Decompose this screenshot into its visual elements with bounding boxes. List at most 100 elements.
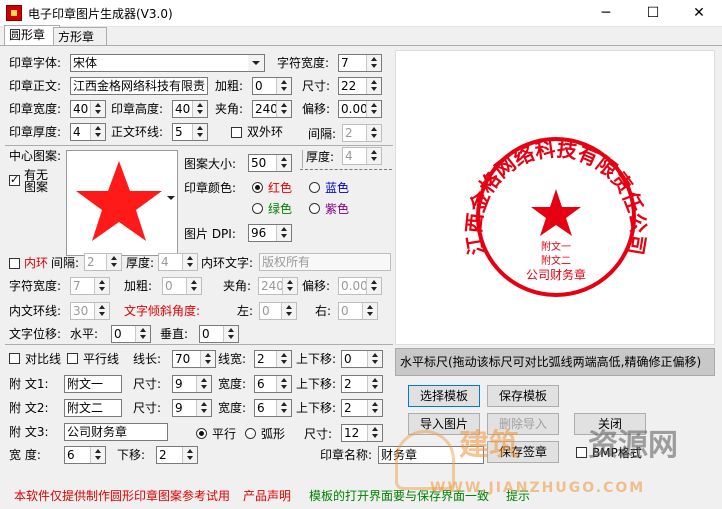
spin-arrows-icon[interactable] — [192, 101, 207, 117]
spin-arrows-icon[interactable] — [106, 254, 121, 270]
bold-spinner[interactable]: 0 — [252, 77, 292, 95]
spin-arrows-icon[interactable] — [90, 101, 105, 117]
shift-v-spinner[interactable]: 0 — [199, 325, 239, 343]
spin-arrows-icon[interactable] — [366, 148, 381, 164]
tilt-left-spinner[interactable]: 0 — [259, 302, 297, 320]
spin-arrows-icon[interactable] — [276, 376, 291, 392]
spin-arrows-icon[interactable] — [282, 278, 297, 294]
spin-arrows-icon[interactable] — [196, 376, 211, 392]
inner-text-input[interactable]: 版权所有 — [259, 253, 391, 271]
attached1-ud-spinner[interactable]: 2 — [341, 375, 383, 393]
minimize-button[interactable]: ─ — [583, 0, 629, 26]
line-length-spinner[interactable]: 70 — [172, 350, 216, 368]
double-ring-checkbox[interactable] — [231, 127, 242, 138]
inner-ring-checkbox[interactable] — [9, 258, 20, 269]
attached2-size-spinner[interactable]: 9 — [172, 399, 212, 417]
horizontal-ruler[interactable]: 水平标尺(拖动该标尺可对比弧线两端高低,精确修正偏移) — [395, 348, 715, 376]
spin-arrows-icon[interactable] — [276, 155, 291, 171]
save-template-button[interactable]: 保存模板 — [487, 385, 559, 407]
tab-square-seal[interactable]: 方形章 — [53, 27, 107, 46]
inner-angle-spinner[interactable]: 240 — [258, 277, 298, 295]
spin-arrows-icon[interactable] — [276, 351, 291, 367]
angle-spinner[interactable]: 240 — [252, 100, 292, 118]
spin-arrows-icon[interactable] — [90, 447, 105, 463]
inner-offset-spinner[interactable]: 0.000 — [338, 277, 382, 295]
inner-gap-spinner[interactable]: 2 — [84, 253, 122, 271]
pattern-preview[interactable] — [66, 150, 178, 256]
color-purple-radio[interactable] — [309, 203, 320, 214]
pattern-size-spinner[interactable]: 50 — [248, 154, 292, 172]
spin-arrows-icon[interactable] — [276, 78, 291, 94]
spin-arrows-icon[interactable] — [182, 447, 197, 463]
shift-h-spinner[interactable]: 0 — [111, 325, 151, 343]
spin-arrows-icon[interactable] — [367, 400, 382, 416]
size-spinner[interactable]: 22 — [338, 77, 382, 95]
line-width-spinner[interactable]: 2 — [254, 350, 292, 368]
spin-arrows-icon[interactable] — [135, 326, 150, 342]
attached3-input[interactable]: 公司财务章 — [64, 423, 168, 441]
seal-thickness-spinner[interactable]: 4 — [70, 123, 106, 141]
flat-radio[interactable] — [196, 428, 207, 439]
spin-arrows-icon[interactable] — [200, 351, 215, 367]
spin-arrows-icon[interactable] — [367, 376, 382, 392]
ring-gap-spinner[interactable]: 2 — [342, 124, 382, 142]
tilt-right-spinner[interactable]: 0 — [338, 302, 378, 320]
attached2-width-spinner[interactable]: 6 — [254, 399, 292, 417]
seal-width-spinner[interactable]: 40 — [70, 100, 106, 118]
down-shift-spinner[interactable]: 2 — [156, 446, 198, 464]
inner-bold-spinner[interactable]: 0 — [162, 277, 202, 295]
spin-arrows-icon[interactable] — [362, 303, 377, 319]
spin-arrows-icon[interactable] — [276, 101, 291, 117]
spin-arrows-icon[interactable] — [192, 124, 207, 140]
text-ring-spinner[interactable]: 5 — [172, 123, 208, 141]
product-statement-link[interactable]: 产品声明 — [243, 488, 291, 504]
spin-arrows-icon[interactable] — [186, 278, 201, 294]
seal-text-input[interactable]: 江西金格网络科技有限责 — [70, 77, 208, 95]
maximize-button[interactable]: ☐ — [630, 0, 676, 26]
color-green-radio[interactable] — [252, 203, 263, 214]
spin-arrows-icon[interactable] — [276, 400, 291, 416]
spin-arrows-icon[interactable] — [196, 400, 211, 416]
attached2-input[interactable]: 附文二 — [64, 399, 122, 417]
attached1-input[interactable]: 附文一 — [64, 375, 122, 393]
spin-arrows-icon[interactable] — [281, 303, 296, 319]
attached1-width-spinner[interactable]: 6 — [254, 375, 292, 393]
spin-arrows-icon[interactable] — [366, 101, 381, 117]
spin-arrows-icon[interactable] — [366, 55, 381, 71]
has-pattern-checkbox[interactable] — [9, 173, 20, 186]
line-updown-spinner[interactable]: 0 — [341, 350, 383, 368]
spin-arrows-icon[interactable] — [276, 225, 291, 241]
color-blue-radio[interactable] — [309, 182, 320, 193]
spin-arrows-icon[interactable] — [223, 326, 238, 342]
pattern-dropdown-icon[interactable] — [167, 196, 175, 200]
parallel-line-checkbox[interactable] — [67, 353, 78, 364]
spin-arrows-icon[interactable] — [94, 278, 109, 294]
arc-radio[interactable] — [245, 428, 256, 439]
compare-line-checkbox[interactable] — [9, 353, 20, 364]
bmp-format-checkbox[interactable] — [576, 447, 587, 458]
dpi-spinner[interactable]: 96 — [248, 224, 292, 242]
font-select[interactable]: 宋体 — [70, 54, 265, 72]
spin-arrows-icon[interactable] — [90, 124, 105, 140]
spin-arrows-icon[interactable] — [182, 254, 197, 270]
attached2-ud-spinner[interactable]: 2 — [341, 399, 383, 417]
spin-arrows-icon[interactable] — [367, 351, 382, 367]
spin-arrows-icon[interactable] — [366, 125, 381, 141]
spin-arrows-icon[interactable] — [366, 78, 381, 94]
attached1-size-spinner[interactable]: 9 — [172, 375, 212, 393]
bottom-width-spinner[interactable]: 6 — [64, 446, 106, 464]
tab-round-seal[interactable]: 圆形章 — [4, 25, 60, 46]
spin-arrows-icon[interactable] — [366, 278, 381, 294]
inner-charw-spinner[interactable]: 7 — [70, 277, 110, 295]
spin-arrows-icon[interactable] — [367, 425, 382, 441]
color-red-radio[interactable] — [252, 182, 263, 193]
select-template-button[interactable]: 选择模板 — [408, 385, 480, 407]
spin-arrows-icon[interactable] — [94, 303, 109, 319]
attached3-size-spinner[interactable]: 12 — [341, 424, 383, 442]
close-window-button[interactable]: ✕ — [676, 0, 722, 26]
inner-ring-line-spinner[interactable]: 30 — [70, 302, 110, 320]
seal-height-spinner[interactable]: 40 — [172, 100, 208, 118]
char-width-spinner[interactable]: 7 — [338, 54, 382, 72]
offset-spinner[interactable]: 0.000 — [338, 100, 382, 118]
ring-thickness-spinner[interactable]: 4 — [342, 147, 382, 165]
